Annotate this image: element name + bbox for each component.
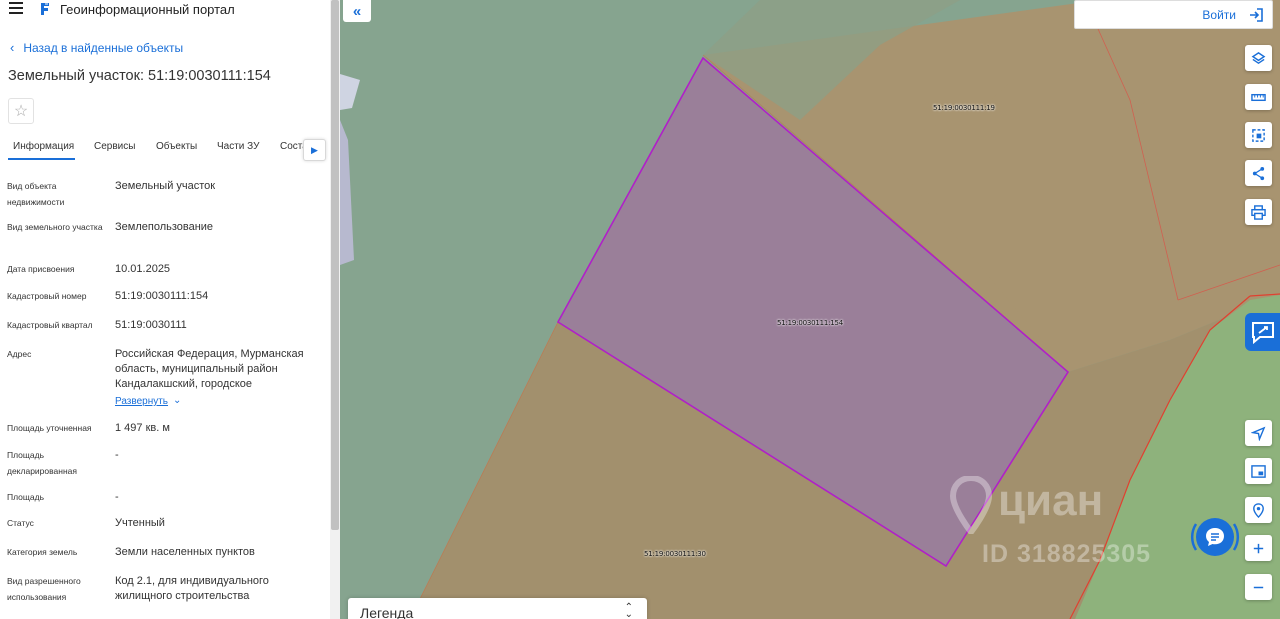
property-label: Площадь (7, 492, 45, 502)
sort-icon: ⌃ ⌄ (624, 602, 633, 619)
select-area-button[interactable] (1245, 122, 1272, 148)
layers-button[interactable] (1245, 45, 1272, 71)
property-value: 51:19:0030111:154 (115, 290, 209, 302)
property-label: Вид объекта недвижимости (7, 181, 65, 207)
minimap-icon (1251, 464, 1266, 478)
zoom-out-button[interactable] (1245, 574, 1272, 600)
locate-button[interactable] (1245, 497, 1272, 523)
tab-active-indicator (8, 158, 75, 160)
legend-bar[interactable]: Легенда ⌃ ⌄ (348, 598, 647, 619)
location-icon (1253, 502, 1264, 518)
minus-icon (1253, 586, 1264, 588)
property-value: 1 497 кв. м (115, 422, 170, 434)
header-bar: Геоинформационный портал (0, 0, 330, 20)
property-value: 10.01.2025 (115, 263, 171, 275)
collapse-panel-button[interactable]: « (343, 0, 371, 22)
layers-icon (1251, 51, 1266, 64)
parcel-label-selected[interactable]: 51:19:0030111:154 (777, 319, 843, 327)
plus-icon (1253, 543, 1264, 553)
parcel-label[interactable]: 51:19:0030111:30 (644, 550, 706, 558)
login-icon (1250, 8, 1263, 22)
navigate-button[interactable] (1245, 420, 1272, 446)
chat-button[interactable] (1188, 510, 1242, 564)
property-label: Вид земельного участка (7, 222, 103, 232)
property-label: Статус (7, 518, 34, 528)
navigate-icon (1251, 426, 1266, 441)
property-value: 51:19:0030111 (115, 319, 187, 331)
watermark-brand: циан (948, 476, 1148, 536)
property-label: Площадь декларированная (7, 450, 77, 476)
chevron-right-icon: ▶ (311, 144, 318, 155)
legend-label: Легенда (360, 605, 414, 619)
property-value: - (115, 491, 119, 503)
chat-icon (1206, 528, 1224, 546)
tab-bar: Информация Сервисы Объекты Части ЗУ Сост… (0, 136, 330, 161)
portal-title: Геоинформационный портал (60, 2, 235, 17)
property-label: Вид разрешенного использования (7, 576, 81, 602)
ruler-icon (1251, 93, 1266, 101)
share-icon (1252, 166, 1265, 180)
page-title: Земельный участок: 51:19:0030111:154 (8, 68, 271, 84)
back-link-label: Назад в найденные объекты (23, 40, 184, 55)
property-value: Земельный участок (115, 180, 216, 192)
address-value: Российская Федерация, Мурманская область… (115, 348, 304, 390)
tab-information[interactable]: Информация (13, 141, 74, 152)
chat-bubble[interactable] (1196, 518, 1234, 556)
watermark-id: ID 318825305 (982, 540, 1152, 568)
scrollbar-thumb[interactable] (331, 0, 339, 530)
print-button[interactable] (1245, 199, 1272, 225)
share-button[interactable] (1245, 160, 1272, 186)
property-label: Категория земель (7, 547, 78, 557)
panel-scrollbar[interactable] (330, 0, 340, 619)
login-label: Войти (1202, 8, 1236, 22)
tab-objects[interactable]: Объекты (156, 141, 197, 152)
property-value: Земли населенных пунктов (115, 546, 255, 558)
property-label: Кадастровый номер (7, 291, 87, 301)
login-button[interactable]: Войти (1074, 0, 1273, 29)
feedback-tab[interactable] (1245, 313, 1280, 351)
property-label: Площадь уточненная (7, 423, 92, 433)
print-icon (1251, 204, 1266, 220)
double-chevron-left-icon: « (352, 2, 362, 20)
measure-button[interactable] (1245, 84, 1272, 110)
star-icon: ☆ (13, 103, 29, 120)
property-label: Дата присвоения (7, 264, 75, 274)
chevron-left-icon: ‹ (10, 40, 15, 55)
tab-parts[interactable]: Части ЗУ (217, 141, 259, 152)
tab-services[interactable]: Сервисы (94, 141, 135, 152)
menu-icon[interactable] (9, 2, 23, 14)
watermark-pin-icon (949, 476, 993, 534)
app: Геоинформационный портал ‹ Назад в найде… (0, 0, 1280, 619)
expand-address-link[interactable]: Развернуть (115, 396, 168, 407)
minimap-button[interactable] (1245, 458, 1272, 484)
property-value: - (115, 449, 119, 461)
property-value: Учтенный (115, 517, 165, 529)
back-to-results-link[interactable]: ‹ Назад в найденные объекты (10, 40, 183, 55)
zoom-in-button[interactable] (1245, 535, 1272, 561)
property-label: Адрес (7, 349, 32, 359)
chevron-down-icon: ⌄ (173, 395, 182, 406)
select-area-icon (1252, 128, 1265, 142)
property-value: Код 2.1, для индивидуального жилищного с… (115, 575, 269, 602)
parcel-label[interactable]: 51:19:0030111:19 (933, 104, 995, 112)
watermark-brand-text: циан (998, 476, 1104, 525)
property-value: Землепользование (115, 221, 214, 233)
info-panel: Геоинформационный портал ‹ Назад в найде… (0, 0, 330, 619)
favorite-button[interactable]: ☆ (8, 98, 34, 124)
portal-logo-icon (41, 3, 49, 15)
tabs-scroll-right-button[interactable]: ▶ (303, 139, 326, 161)
property-label: Кадастровый квартал (7, 320, 93, 330)
feedback-icon (1251, 322, 1274, 344)
